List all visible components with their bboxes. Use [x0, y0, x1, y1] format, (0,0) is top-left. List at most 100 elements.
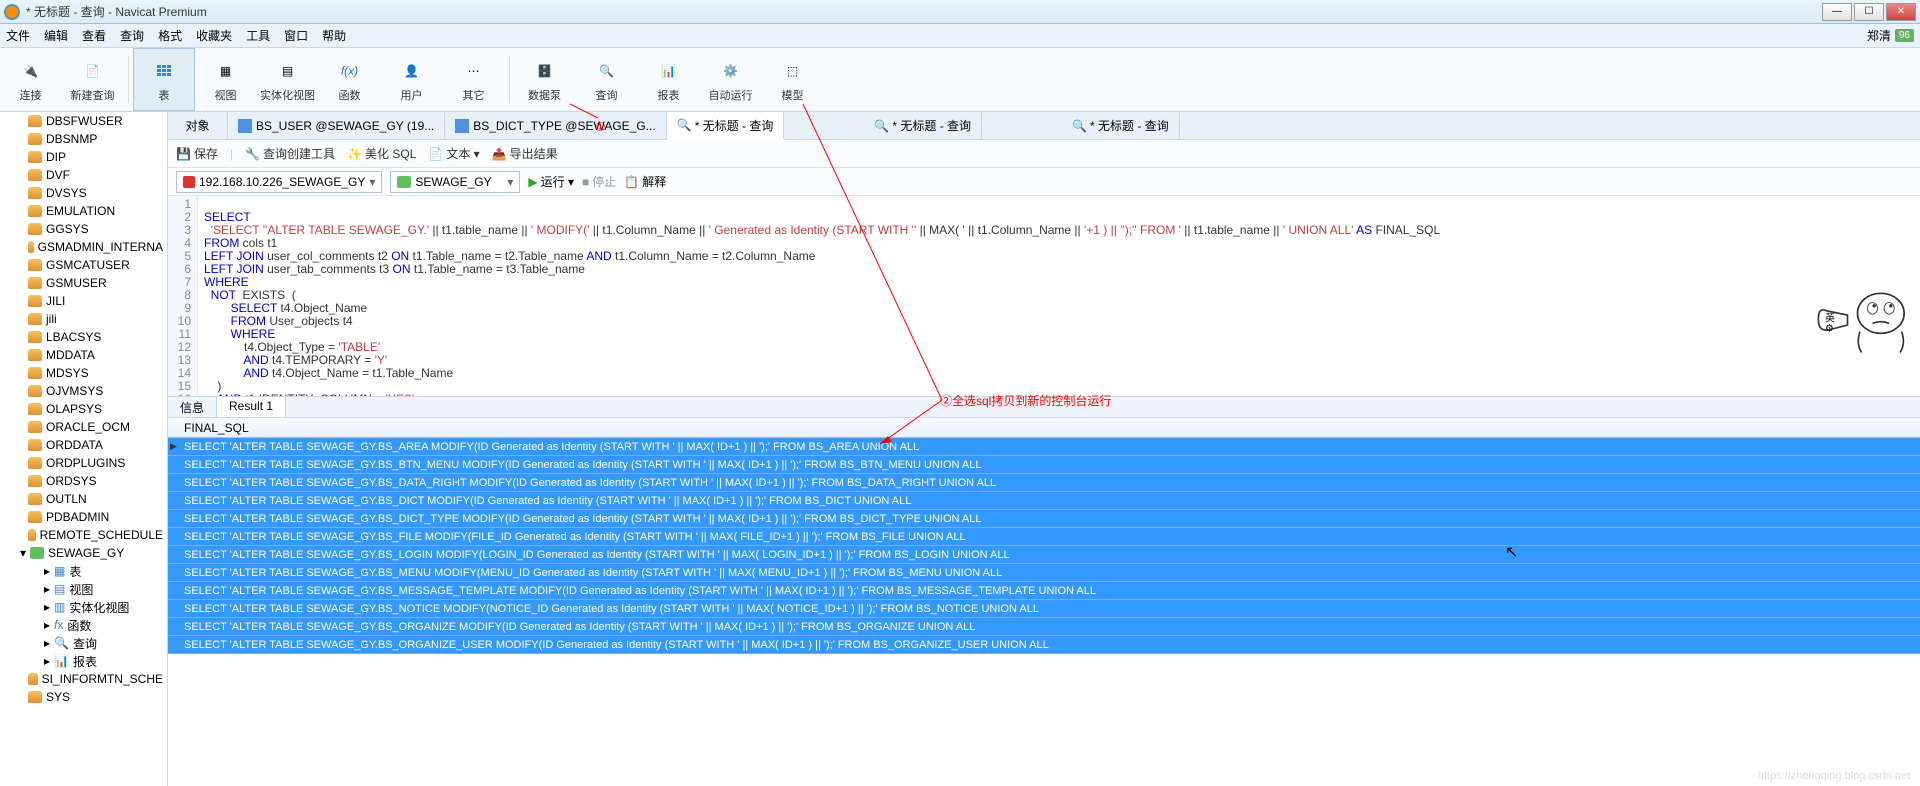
tree-node-emulation[interactable]: EMULATION: [0, 202, 167, 220]
tree-node-mddata[interactable]: MDDATA: [0, 346, 167, 364]
tb-new-query[interactable]: 📄新建查询: [62, 48, 124, 111]
schema-icon: [397, 176, 411, 188]
tb-model[interactable]: ⬚模型: [762, 48, 824, 111]
tab-untitled-1[interactable]: 🔍* 无标题 - 查询: [667, 112, 785, 140]
menu-query[interactable]: 查询: [120, 27, 144, 44]
maximize-button[interactable]: ☐: [1854, 3, 1884, 21]
result-row[interactable]: SELECT 'ALTER TABLE SEWAGE_GY.BS_LOGIN M…: [168, 546, 1920, 564]
menu-view[interactable]: 查看: [82, 27, 106, 44]
tree-node-pdbadmin[interactable]: PDBADMIN: [0, 508, 167, 526]
tb-table[interactable]: 表: [133, 48, 195, 111]
tree-child-查询[interactable]: ▸ 🔍 查询: [0, 634, 167, 652]
tree-node-remote_schedule[interactable]: REMOTE_SCHEDULE: [0, 526, 167, 544]
tree-node-sys[interactable]: SYS: [0, 688, 167, 706]
tb-query[interactable]: 🔍查询: [576, 48, 638, 111]
table-icon: [238, 119, 252, 133]
tree-node-gsmadmin_interna[interactable]: GSMADMIN_INTERNA: [0, 238, 167, 256]
watermark: https://zhengqing.blog.csdn.net: [1758, 770, 1910, 782]
tree-node-mdsys[interactable]: MDSYS: [0, 364, 167, 382]
column-header[interactable]: FINAL_SQL: [168, 418, 1920, 438]
run-button[interactable]: ▶ 运行 ▾: [528, 173, 574, 190]
tab-bs-user[interactable]: BS_USER @SEWAGE_GY (19...: [228, 112, 445, 139]
tree-child-函数[interactable]: ▸ fx 函数: [0, 616, 167, 634]
tb-function[interactable]: f(x)函数: [319, 48, 381, 111]
oracle-icon: [183, 176, 195, 188]
menu-file[interactable]: 文件: [6, 27, 30, 44]
tab-result-1[interactable]: Result 1: [217, 397, 286, 417]
tree-node-olapsys[interactable]: OLAPSYS: [0, 400, 167, 418]
user-badge[interactable]: 郑清 96: [1867, 27, 1914, 44]
tree-node-lbacsys[interactable]: LBACSYS: [0, 328, 167, 346]
tree-node-dbsnmp[interactable]: DBSNMP: [0, 130, 167, 148]
tree-node-gsmcatuser[interactable]: GSMCATUSER: [0, 256, 167, 274]
tree-node-orddata[interactable]: ORDDATA: [0, 436, 167, 454]
tb-mview[interactable]: ▤实体化视图: [257, 48, 319, 111]
menu-window[interactable]: 窗口: [284, 27, 308, 44]
stop-button[interactable]: ■ 停止: [582, 173, 616, 190]
menu-edit[interactable]: 编辑: [44, 27, 68, 44]
builder-button[interactable]: 🔧 查询创建工具: [245, 145, 335, 162]
save-button[interactable]: 💾 保存: [176, 145, 218, 162]
result-row[interactable]: SELECT 'ALTER TABLE SEWAGE_GY.BS_MESSAGE…: [168, 582, 1920, 600]
tb-report[interactable]: 📊报表: [638, 48, 700, 111]
tab-info[interactable]: 信息: [168, 397, 217, 417]
tree-node-ojvmsys[interactable]: OJVMSYS: [0, 382, 167, 400]
tree-node-outln[interactable]: OUTLN: [0, 490, 167, 508]
tree-child-实体化视图[interactable]: ▸ ▥ 实体化视图: [0, 598, 167, 616]
result-row[interactable]: SELECT 'ALTER TABLE SEWAGE_GY.BS_ORGANIZ…: [168, 636, 1920, 654]
menu-help[interactable]: 帮助: [322, 27, 346, 44]
tree-node-oracle_ocm[interactable]: ORACLE_OCM: [0, 418, 167, 436]
tree-node-sewage_gy[interactable]: ▾ SEWAGE_GY: [0, 544, 167, 562]
tb-connect[interactable]: 🔌连接: [0, 48, 62, 111]
tb-autorun[interactable]: ⚙️自动运行: [700, 48, 762, 111]
tab-untitled-2[interactable]: 🔍* 无标题 - 查询: [864, 112, 982, 139]
close-button[interactable]: ✕: [1886, 3, 1916, 21]
tree-node-jili[interactable]: jili: [0, 310, 167, 328]
tb-user[interactable]: 👤用户: [381, 48, 443, 111]
tree-node-ordsys[interactable]: ORDSYS: [0, 472, 167, 490]
tb-view[interactable]: ▦视图: [195, 48, 257, 111]
server-combo[interactable]: 192.168.10.226_SEWAGE_GY ▾: [176, 171, 382, 193]
tree-child-表[interactable]: ▸ ▦ 表: [0, 562, 167, 580]
sql-editor[interactable]: 12345678910111213141516 SELECT 'SELECT '…: [168, 196, 1920, 396]
tree-node-gsmuser[interactable]: GSMUSER: [0, 274, 167, 292]
result-row[interactable]: SELECT 'ALTER TABLE SEWAGE_GY.BS_BTN_MEN…: [168, 456, 1920, 474]
results-grid[interactable]: FINAL_SQL SELECT 'ALTER TABLE SEWAGE_GY.…: [168, 418, 1920, 786]
tab-untitled-3[interactable]: 🔍* 无标题 - 查询: [1062, 112, 1180, 139]
menu-tools[interactable]: 工具: [246, 27, 270, 44]
tree-node-dbsfwuser[interactable]: DBSFWUSER: [0, 112, 167, 130]
text-dropdown[interactable]: 📄 文本 ▾: [428, 145, 479, 162]
tab-objects[interactable]: 对象: [168, 112, 228, 139]
tb-other[interactable]: ⋯其它: [443, 48, 505, 111]
tree-node-ggsys[interactable]: GGSYS: [0, 220, 167, 238]
tab-bs-dict-type[interactable]: BS_DICT_TYPE @SEWAGE_G...: [445, 112, 666, 139]
result-row[interactable]: SELECT 'ALTER TABLE SEWAGE_GY.BS_ORGANIZ…: [168, 618, 1920, 636]
tree-node-ordplugins[interactable]: ORDPLUGINS: [0, 454, 167, 472]
result-row[interactable]: SELECT 'ALTER TABLE SEWAGE_GY.BS_DICT_TY…: [168, 510, 1920, 528]
app-icon: [4, 4, 20, 20]
tree-node-dvf[interactable]: DVF: [0, 166, 167, 184]
result-row[interactable]: SELECT 'ALTER TABLE SEWAGE_GY.BS_MENU MO…: [168, 564, 1920, 582]
tb-datapump[interactable]: 🗄️数据泵: [514, 48, 576, 111]
table-icon: [455, 119, 469, 133]
result-row[interactable]: SELECT 'ALTER TABLE SEWAGE_GY.BS_AREA MO…: [168, 438, 1920, 456]
result-row[interactable]: SELECT 'ALTER TABLE SEWAGE_GY.BS_DATA_RI…: [168, 474, 1920, 492]
tree-node-dip[interactable]: DIP: [0, 148, 167, 166]
tree-child-视图[interactable]: ▸ ▤ 视图: [0, 580, 167, 598]
minimize-button[interactable]: —: [1822, 3, 1852, 21]
tree-node-dvsys[interactable]: DVSYS: [0, 184, 167, 202]
code-area[interactable]: SELECT 'SELECT ''ALTER TABLE SEWAGE_GY.'…: [198, 196, 1920, 396]
beautify-button[interactable]: ✨ 美化 SQL: [347, 145, 416, 162]
schema-combo[interactable]: SEWAGE_GY ▾: [390, 171, 520, 193]
result-row[interactable]: SELECT 'ALTER TABLE SEWAGE_GY.BS_NOTICE …: [168, 600, 1920, 618]
tree-node-jili[interactable]: JILI: [0, 292, 167, 310]
result-row[interactable]: SELECT 'ALTER TABLE SEWAGE_GY.BS_DICT MO…: [168, 492, 1920, 510]
tree-child-报表[interactable]: ▸ 📊 报表: [0, 652, 167, 670]
tree-node-si_informtn_sche[interactable]: SI_INFORMTN_SCHE: [0, 670, 167, 688]
export-button[interactable]: 📤 导出结果: [492, 145, 558, 162]
menu-format[interactable]: 格式: [158, 27, 182, 44]
menu-favorites[interactable]: 收藏夹: [196, 27, 232, 44]
explain-button[interactable]: 📋 解释: [624, 173, 666, 190]
db-tree[interactable]: DBSFWUSER DBSNMP DIP DVF DVSYS EMULATION…: [0, 112, 168, 786]
result-row[interactable]: SELECT 'ALTER TABLE SEWAGE_GY.BS_FILE MO…: [168, 528, 1920, 546]
